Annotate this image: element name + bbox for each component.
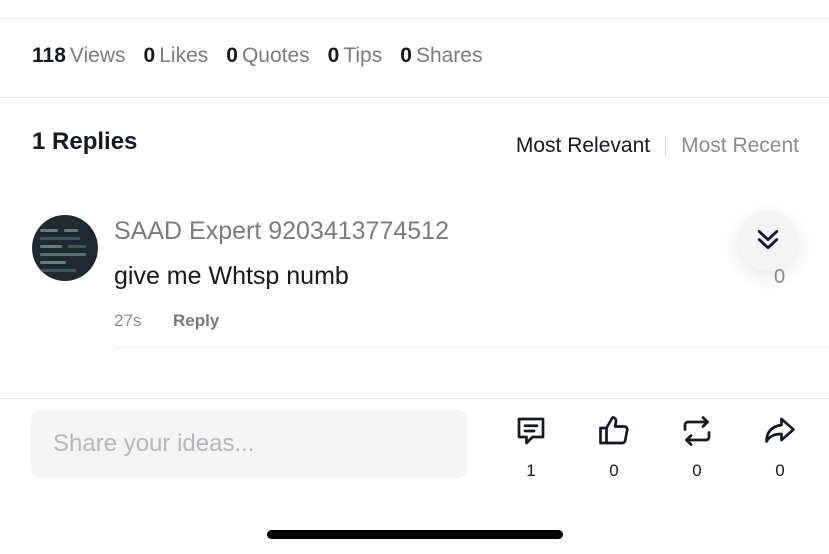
stat-label: Likes [159, 44, 209, 67]
comment-divider [114, 347, 829, 348]
stat-value: 0 [226, 44, 238, 67]
home-indicator[interactable] [267, 530, 563, 539]
stat-label: Quotes [241, 44, 310, 67]
comment-count: 1 [526, 461, 536, 480]
share-ideas-input[interactable] [31, 410, 467, 478]
stat-tips[interactable]: 0 Tips [328, 44, 383, 68]
repost-count: 0 [692, 461, 702, 480]
sort-most-relevant[interactable]: Most Relevant [516, 134, 650, 158]
reply-button[interactable]: Reply [173, 311, 219, 331]
avatar[interactable] [32, 215, 98, 281]
comment-like-count: 0 [774, 266, 786, 288]
comment-text: give me Whtsp numb [114, 262, 349, 290]
share-count: 0 [775, 461, 785, 480]
stat-likes[interactable]: 0 Likes [144, 44, 209, 68]
share-icon [762, 413, 798, 454]
top-divider [0, 18, 829, 19]
thumbs-up-icon [596, 413, 632, 454]
stat-quotes[interactable]: 0 Quotes [226, 44, 309, 68]
stat-value: 0 [327, 44, 340, 67]
comment-author[interactable]: SAAD Expert 9203413774512 [114, 217, 449, 246]
post-stats: 118 Views 0 Likes 0 Quotes 0 Tips 0 Shares [32, 44, 500, 68]
stat-value: 118 [32, 44, 66, 67]
stat-label: Views [69, 44, 126, 67]
stat-views[interactable]: 118 Views [32, 44, 126, 68]
stat-value: 0 [143, 44, 156, 67]
sort-tabs: Most Relevant Most Recent [516, 134, 799, 158]
replies-title: 1 Replies [32, 128, 138, 155]
sort-most-recent[interactable]: Most Recent [681, 134, 799, 158]
repost-action[interactable]: 0 [669, 413, 725, 481]
comment-action[interactable]: 1 [503, 413, 559, 481]
stat-shares[interactable]: 0 Shares [400, 44, 482, 68]
like-action[interactable]: 0 [586, 413, 642, 481]
composer-divider [0, 398, 829, 399]
share-action[interactable]: 0 [752, 413, 808, 481]
collapse-button[interactable] [738, 211, 798, 271]
stat-label: Shares [415, 44, 483, 67]
sort-separator [665, 136, 667, 156]
stats-divider [0, 97, 829, 98]
comment-icon [513, 413, 549, 454]
like-count: 0 [609, 461, 619, 480]
comment-timestamp: 27s [114, 311, 142, 330]
stat-label: Tips [343, 44, 383, 67]
double-chevron-down-icon [753, 224, 783, 259]
repost-icon [679, 413, 715, 454]
stat-value: 0 [400, 44, 412, 67]
